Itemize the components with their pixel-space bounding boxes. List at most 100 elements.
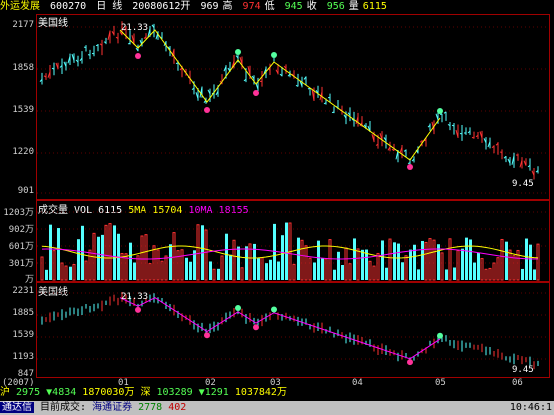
broker-label: 海通证券	[92, 402, 133, 413]
count1: 2778	[138, 402, 163, 413]
zigzag-line-top	[119, 29, 441, 161]
volume-bar	[368, 260, 372, 281]
volume-bar	[512, 255, 516, 281]
turning-point-marker-lower	[235, 305, 241, 312]
volume-bar	[140, 235, 144, 281]
volume-bar	[269, 259, 272, 280]
volume-bar	[245, 246, 248, 280]
volume-bar	[144, 234, 148, 281]
sh-amount: 1870030万	[82, 387, 135, 398]
volume-bar	[52, 250, 56, 281]
volume-bar	[505, 241, 508, 280]
volume-bar	[133, 262, 136, 280]
volume-bar	[536, 243, 540, 281]
volume-bar	[277, 261, 280, 280]
app-label[interactable]: 通达信	[0, 402, 34, 413]
volume-bar	[321, 258, 324, 280]
volume-bar	[344, 247, 348, 281]
volume-bar	[97, 236, 100, 280]
volume-bar	[465, 237, 468, 280]
turning-point-marker	[407, 164, 413, 170]
volume-bar	[533, 269, 536, 280]
count2: 402	[168, 402, 187, 413]
volume-bar	[341, 264, 344, 280]
volume-bar	[84, 260, 88, 281]
volume-bar	[492, 262, 496, 281]
turning-point-marker	[437, 108, 443, 114]
volume-bar	[45, 269, 48, 280]
sz-label: 深	[140, 387, 151, 398]
turning-point-marker-lower	[437, 332, 443, 339]
volume-bar	[69, 266, 72, 280]
volume-bar	[508, 249, 512, 281]
volume-bar	[424, 241, 428, 281]
volume-bar	[333, 269, 336, 280]
turning-point-marker-lower	[204, 332, 210, 339]
volume-bar	[193, 250, 196, 280]
volume-bar	[313, 262, 316, 280]
volume-bar	[164, 255, 168, 281]
volume-bar	[64, 265, 68, 281]
turning-point-marker	[135, 53, 141, 59]
volume-bar	[189, 261, 192, 280]
lower-peak-label: 21.33	[121, 292, 148, 302]
volume-bar	[297, 237, 300, 280]
zigzag-line-lower	[119, 297, 441, 360]
volume-bar	[60, 262, 64, 281]
volume-bar	[180, 249, 184, 281]
volume-bar	[176, 250, 180, 281]
volume-bar	[108, 223, 112, 281]
volume-bar	[397, 243, 400, 280]
volume-bar	[129, 242, 132, 280]
price-bar-tick	[127, 42, 131, 45]
volume-bar	[240, 267, 244, 281]
volume-bar	[104, 224, 108, 281]
volume-bar	[49, 224, 52, 280]
clock: 10:46:1	[509, 402, 552, 413]
volume-bar	[480, 258, 484, 281]
volume-bar	[260, 257, 264, 281]
market-status-bar: 沪 2975 ▼4834 1870030万 深 103289 ▼1291 103…	[0, 386, 554, 400]
sz-amount: 1037842万	[234, 387, 287, 398]
volume-bar	[196, 224, 200, 281]
volume-bar	[136, 255, 140, 281]
volume-bar	[156, 249, 160, 281]
volume-bar	[220, 255, 224, 281]
volume-bar	[204, 229, 208, 281]
volume-bar	[77, 239, 80, 280]
turning-point-marker-lower	[271, 306, 277, 313]
volume-bar	[461, 248, 464, 280]
turning-point-marker	[271, 52, 277, 58]
volume-bar	[217, 268, 220, 280]
volume-bar	[88, 249, 92, 281]
sz-change: ▼1291	[198, 387, 229, 398]
turning-point-marker	[253, 90, 259, 96]
volume-bar	[225, 233, 228, 280]
volume-bar	[172, 232, 176, 281]
kline-chart[interactable]: 21.33 9.45 21.33 9.45	[0, 0, 554, 386]
volume-bar	[477, 252, 480, 280]
volume-bar	[257, 258, 260, 280]
peak-price-label: 21.33	[121, 23, 148, 33]
volume-bar	[445, 269, 448, 280]
sh-value: 2975	[16, 387, 41, 398]
volume-bar	[113, 225, 116, 280]
volume-bar	[437, 244, 440, 280]
volume-bar	[209, 261, 212, 280]
volume-bar	[348, 263, 352, 281]
footer-bar: 通达信 目前成交: 海通证券 2778 402 10:46:1	[0, 401, 554, 415]
volume-bar	[401, 262, 404, 280]
volume-bar	[473, 262, 476, 280]
volume-bar	[57, 228, 60, 280]
volume-bar	[148, 263, 152, 281]
volume-bar	[456, 250, 460, 281]
volume-bar	[324, 258, 328, 281]
volume-bar	[372, 265, 376, 281]
volume-bar	[388, 238, 392, 281]
volume-bar	[169, 244, 172, 280]
turning-point-marker	[204, 107, 210, 113]
volume-bar	[409, 249, 412, 280]
price-bar-tick	[87, 54, 91, 56]
sh-label: 沪	[0, 387, 10, 398]
volume-bar	[440, 252, 444, 281]
